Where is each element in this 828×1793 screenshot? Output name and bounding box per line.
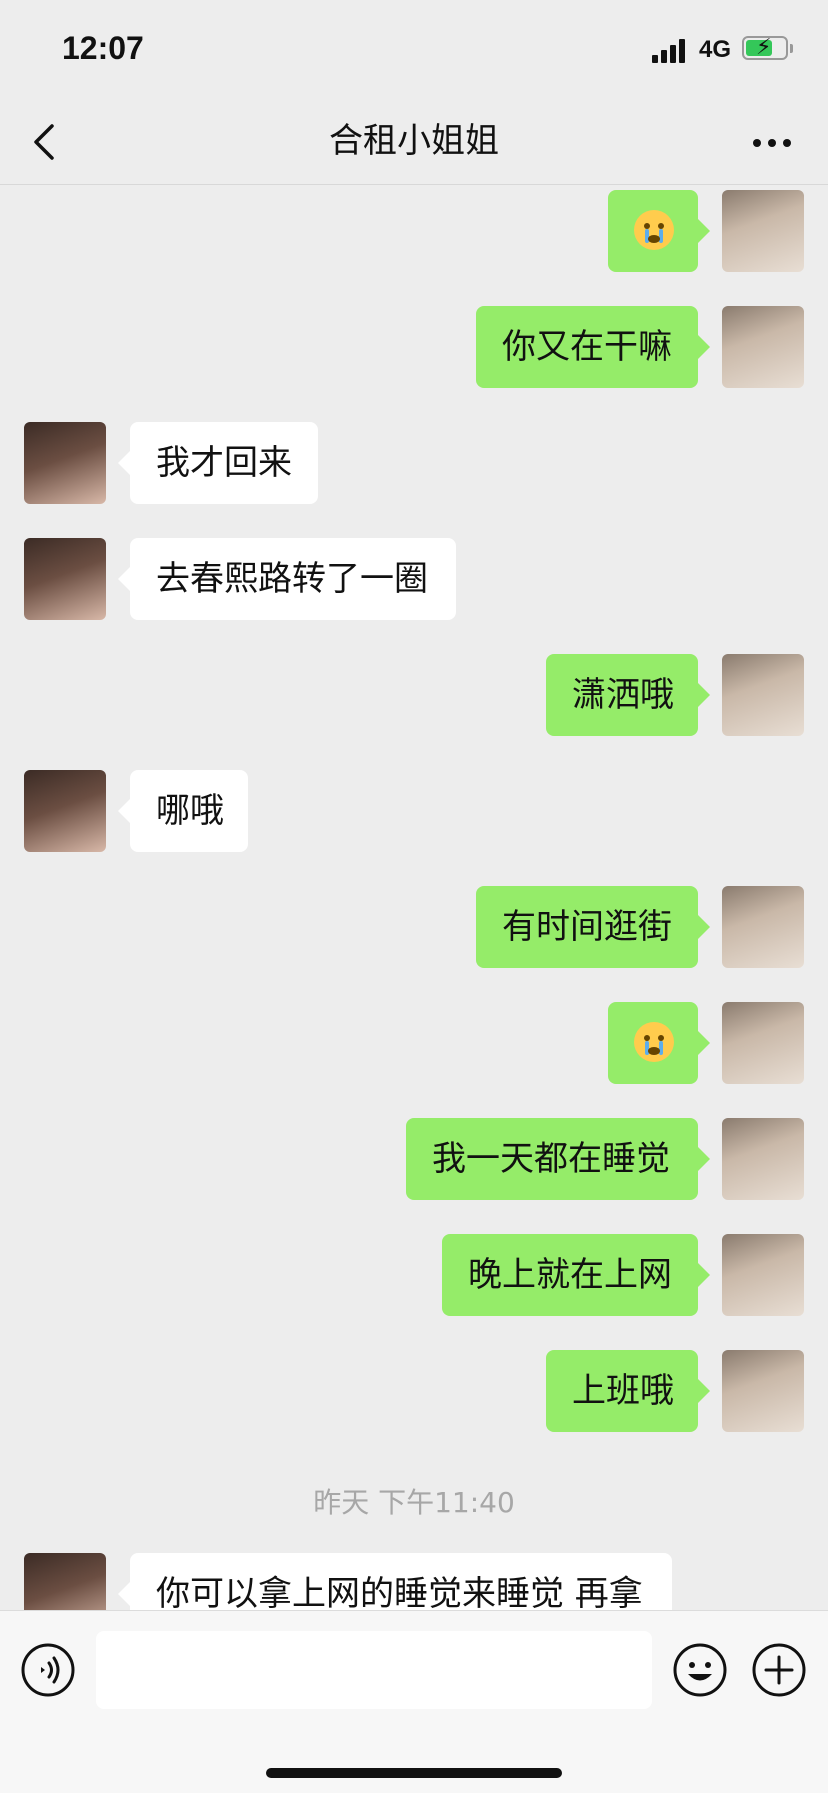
message-row: 我一天都在睡觉 [0, 1118, 828, 1200]
message-bubble[interactable]: 晚上就在上网 [442, 1234, 710, 1316]
message-row: 我才回来 [0, 422, 828, 504]
battery-icon: ⚡ [742, 35, 788, 60]
voice-icon[interactable] [21, 1643, 75, 1697]
message-row: 有时间逛街 [0, 886, 828, 968]
my-avatar[interactable] [722, 1234, 804, 1316]
my-avatar[interactable] [722, 306, 804, 388]
message-bubble[interactable]: 潇洒哦 [546, 654, 710, 736]
input-bar [0, 1610, 828, 1793]
message-row: 上班哦 [0, 1350, 828, 1432]
message-row: 去春熙路转了一圈 [0, 538, 828, 620]
chat-title: 合租小姐姐 [329, 121, 499, 161]
message-bubble[interactable]: 你又在干嘛 [476, 306, 710, 388]
message-input[interactable] [96, 1631, 652, 1709]
message-bubble[interactable]: 有时间逛街 [476, 886, 710, 968]
message-row: 你又在干嘛 [0, 306, 828, 388]
contact-avatar[interactable] [24, 1553, 106, 1610]
message-bubble-emoji[interactable] [608, 1002, 710, 1084]
chat-header: 合租小姐姐 [0, 100, 828, 185]
my-avatar[interactable] [722, 886, 804, 968]
status-time: 12:07 [62, 30, 144, 66]
message-list[interactable]: 你又在干嘛 我才回来 去春熙路转了一圈 潇洒哦 哪哦 有时间逛街 我一天都在睡觉… [0, 185, 828, 1610]
crying-face-emoji-icon [634, 1022, 674, 1062]
more-icon[interactable] [752, 138, 792, 148]
message-bubble[interactable]: 去春熙路转了一圈 [118, 538, 456, 620]
plus-icon[interactable] [752, 1643, 806, 1697]
message-row: 晚上就在上网 [0, 1234, 828, 1316]
my-avatar[interactable] [722, 190, 804, 272]
message-bubble[interactable]: 上班哦 [546, 1350, 710, 1432]
my-avatar[interactable] [722, 1118, 804, 1200]
signal-icon [652, 37, 688, 63]
home-indicator[interactable] [266, 1768, 562, 1778]
message-bubble[interactable]: 我一天都在睡觉 [406, 1118, 710, 1200]
contact-avatar[interactable] [24, 422, 106, 504]
status-bar: 12:07 4G ⚡ [0, 0, 828, 100]
message-row [0, 190, 828, 272]
my-avatar[interactable] [722, 1350, 804, 1432]
message-row: 潇洒哦 [0, 654, 828, 736]
time-divider: 昨天 下午11:40 [313, 1486, 515, 1519]
my-avatar[interactable] [722, 654, 804, 736]
message-row [0, 1002, 828, 1084]
message-bubble[interactable]: 哪哦 [118, 770, 248, 852]
contact-avatar[interactable] [24, 770, 106, 852]
message-row: 哪哦 [0, 770, 828, 852]
emoji-icon[interactable] [673, 1643, 727, 1697]
message-row: 你可以拿上网的睡觉来睡觉 再拿 [0, 1553, 828, 1610]
battery-tip [790, 44, 793, 53]
message-bubble-emoji[interactable] [608, 190, 710, 272]
message-bubble[interactable]: 你可以拿上网的睡觉来睡觉 再拿 [118, 1553, 672, 1610]
crying-face-emoji-icon [634, 210, 674, 250]
my-avatar[interactable] [722, 1002, 804, 1084]
network-type: 4G [699, 36, 732, 63]
message-bubble[interactable]: 我才回来 [118, 422, 318, 504]
contact-avatar[interactable] [24, 538, 106, 620]
